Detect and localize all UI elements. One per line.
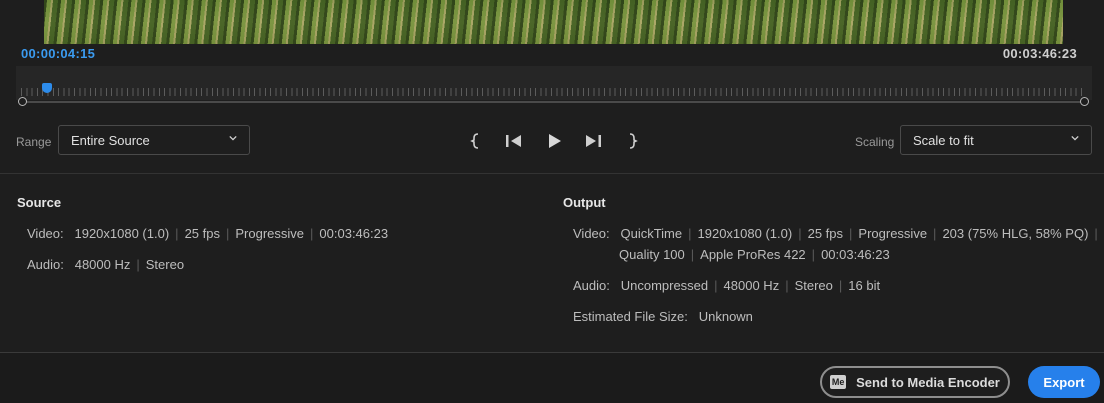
media-encoder-icon: Me — [830, 375, 847, 389]
chevron-down-icon — [1071, 135, 1079, 141]
output-video-quality: Quality 100 — [619, 247, 685, 262]
output-title: Output — [563, 195, 606, 210]
source-audio-label: Audio: — [27, 257, 64, 272]
video-preview — [44, 0, 1063, 44]
output-audio-channels: Stereo — [794, 278, 833, 293]
output-video-duration: 00:03:46:23 — [821, 247, 890, 262]
duration-timecode: 00:03:46:23 — [1002, 46, 1077, 61]
output-video-row: Video: QuickTime | 1920x1080 (1.0) | 25 fps |… — [573, 226, 1098, 241]
step-forward-icon — [586, 135, 601, 147]
step-back-button[interactable] — [503, 130, 525, 152]
range-value: Entire Source — [71, 132, 150, 148]
scaling-dropdown[interactable]: Scale to fit — [900, 125, 1092, 155]
source-video-fps: 25 fps — [184, 226, 220, 241]
chevron-down-icon — [229, 135, 237, 141]
source-video-label: Video: — [27, 226, 64, 241]
source-title: Source — [17, 195, 62, 210]
step-forward-button[interactable] — [582, 130, 604, 152]
output-video-format: QuickTime — [620, 226, 683, 241]
output-video-label: Video: — [573, 226, 610, 241]
in-point-handle[interactable] — [18, 97, 27, 106]
output-audio-label: Audio: — [573, 278, 610, 293]
play-button[interactable] — [543, 130, 565, 152]
scaling-label: Scaling — [855, 135, 895, 149]
output-audio-bitdepth: 16 bit — [848, 278, 881, 293]
source-audio-rate: 48000 Hz — [74, 257, 131, 272]
source-audio-row: Audio: 48000 Hz | Stereo — [27, 257, 185, 272]
output-video-fps: 25 fps — [807, 226, 844, 241]
output-video-resolution: 1920x1080 (1.0) — [697, 226, 793, 241]
output-video-scan: Progressive — [858, 226, 928, 241]
mark-out-button[interactable] — [621, 130, 643, 152]
output-filesize-row: Estimated File Size: Unknown — [573, 309, 753, 324]
send-to-media-encoder-label: Send to Media Encoder — [856, 374, 1000, 390]
output-video-tonemap: 203 (75% HLG, 58% PQ) — [942, 226, 1089, 241]
playhead[interactable] — [42, 83, 52, 93]
source-video-duration: 00:03:46:23 — [319, 226, 389, 241]
step-back-icon — [506, 135, 521, 147]
mark-in-icon — [470, 133, 479, 149]
scrub-bar[interactable] — [21, 101, 1085, 103]
source-audio-channels: Stereo — [145, 257, 185, 272]
output-filesize-value: Unknown — [698, 309, 753, 324]
source-video-scan: Progressive — [235, 226, 305, 241]
output-audio-rate: 48000 Hz — [723, 278, 780, 293]
export-button[interactable]: Export — [1028, 366, 1100, 398]
out-point-handle[interactable] — [1080, 97, 1089, 106]
divider — [0, 173, 1104, 174]
mark-out-icon — [629, 133, 638, 149]
mark-in-button[interactable] — [465, 130, 487, 152]
play-icon — [549, 134, 561, 148]
output-filesize-label: Estimated File Size: — [573, 309, 688, 324]
range-label: Range — [16, 135, 52, 149]
send-to-media-encoder-button[interactable]: Me Send to Media Encoder — [820, 366, 1010, 398]
timeline-ruler — [21, 88, 1083, 96]
output-audio-codec: Uncompressed — [620, 278, 709, 293]
source-video-row: Video: 1920x1080 (1.0) | 25 fps | Progressiv… — [27, 226, 389, 241]
source-video-resolution: 1920x1080 (1.0) — [74, 226, 170, 241]
output-video-row-2: Quality 100 | Apple ProRes 422 | 00:03:46:23 — [619, 247, 890, 262]
output-audio-row: Audio: Uncompressed | 48000 Hz | Stereo | 16 b… — [573, 278, 881, 293]
current-timecode: 00:00:04:15 — [21, 46, 96, 61]
output-video-codec: Apple ProRes 422 — [700, 247, 806, 262]
scaling-value: Scale to fit — [913, 132, 974, 148]
range-dropdown[interactable]: Entire Source — [58, 125, 250, 155]
